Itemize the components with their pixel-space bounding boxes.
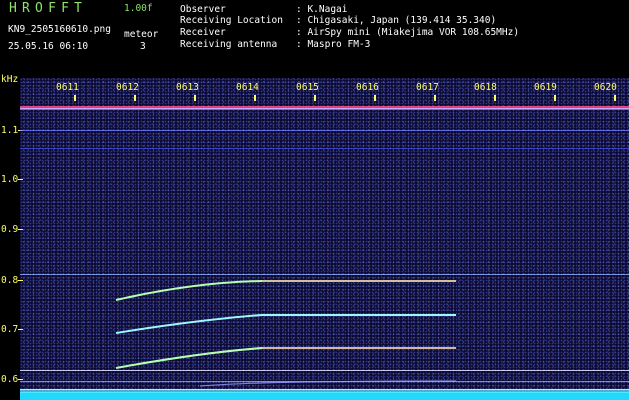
carrier-line-main-glow <box>20 108 629 109</box>
y-tick <box>18 280 23 281</box>
x-tick <box>314 95 316 101</box>
carrier-line <box>20 130 629 131</box>
x-tick <box>134 95 136 101</box>
x-tick <box>194 95 196 101</box>
x-tick <box>494 95 496 101</box>
noise-floor <box>20 392 629 400</box>
x-tick <box>434 95 436 101</box>
doppler-trace-upper <box>115 280 456 301</box>
carrier-line <box>20 370 629 371</box>
carrier-line <box>20 148 629 149</box>
y-tick <box>18 329 23 330</box>
x-tick <box>374 95 376 101</box>
x-ticks <box>74 95 616 101</box>
doppler-trace-lower <box>115 347 456 369</box>
carrier-line <box>20 389 629 390</box>
x-tick <box>74 95 76 101</box>
x-tick <box>254 95 256 101</box>
y-tick <box>18 229 23 230</box>
noise-floor-hot <box>20 390 629 393</box>
y-tick <box>18 179 23 180</box>
doppler-trace-middle <box>115 314 456 334</box>
x-tick <box>614 95 616 101</box>
y-tick <box>18 379 23 380</box>
carrier-line <box>20 274 629 275</box>
y-ticks <box>18 130 23 380</box>
x-tick <box>554 95 556 101</box>
spectrogram-overlay <box>18 95 629 400</box>
